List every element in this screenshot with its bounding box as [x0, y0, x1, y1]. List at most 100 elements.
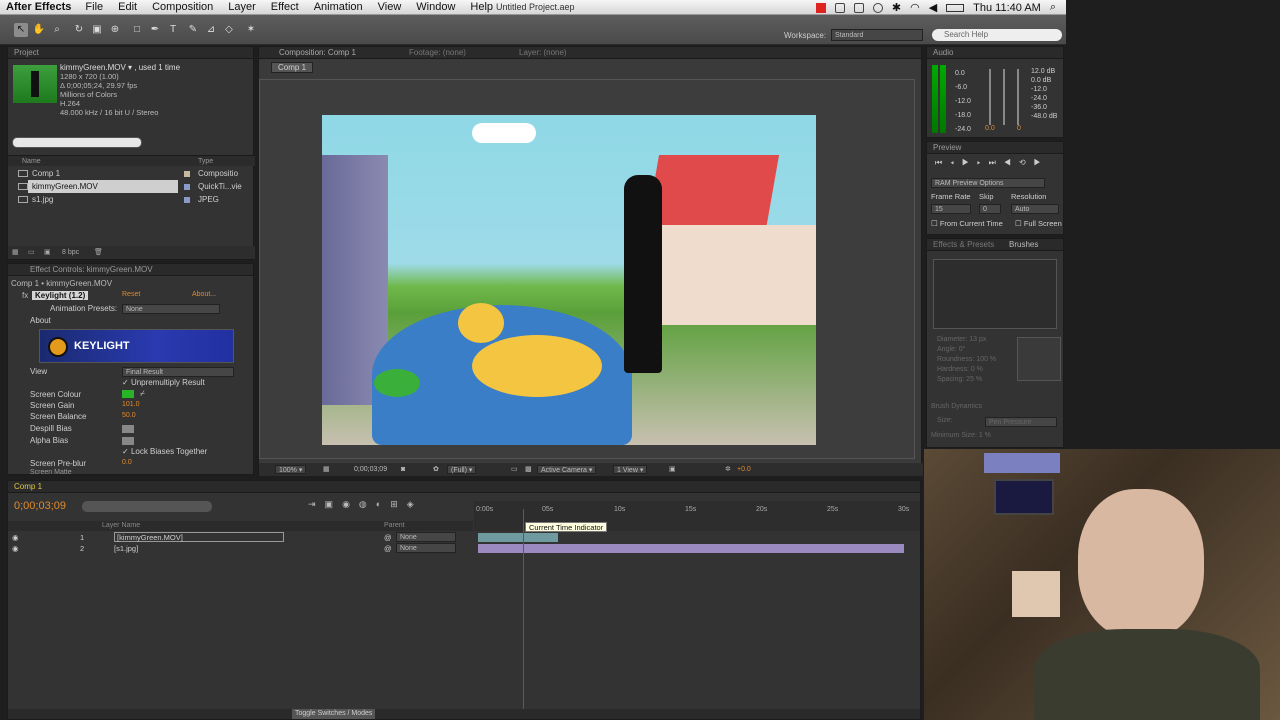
column-parent[interactable]: Parent	[384, 522, 405, 529]
audio-slider-track[interactable]	[1017, 69, 1019, 125]
menu-composition[interactable]: Composition	[152, 1, 213, 13]
bluetooth-icon[interactable]: ✱	[892, 1, 901, 14]
workspace-dropdown[interactable]: Standard	[831, 29, 923, 41]
brush-hardness[interactable]: Hardness: 0 %	[937, 365, 996, 375]
brush-roundness[interactable]: Roundness: 100 %	[937, 355, 996, 365]
hand-tool-icon[interactable]: ✋	[32, 23, 46, 37]
screen-preblur-value[interactable]: 0.0	[122, 459, 132, 466]
frame-rate-dropdown[interactable]: 15	[931, 204, 971, 214]
about-section[interactable]: About	[30, 316, 51, 325]
puppet-tool-icon[interactable]: ✶	[244, 23, 258, 37]
brush-tool-icon[interactable]: ✎	[186, 23, 200, 37]
pen-tool-icon[interactable]: ✒	[148, 23, 162, 37]
preview-tab[interactable]: Preview	[927, 142, 1063, 154]
toggle-pixel-icon[interactable]: ▣	[669, 463, 676, 476]
effects-presets-tab[interactable]: Effects & Presets	[933, 239, 994, 251]
menu-layer[interactable]: Layer	[228, 1, 256, 13]
menu-file[interactable]: File	[85, 1, 103, 13]
wifi-icon[interactable]: ◠	[910, 1, 920, 14]
frame-blending-icon[interactable]: ◍	[359, 499, 376, 509]
footage-tab[interactable]: Footage: (none)	[409, 47, 466, 59]
project-item-comp[interactable]: Comp 1 Compositio	[8, 167, 255, 180]
show-channel-icon[interactable]: ✿	[433, 463, 439, 476]
project-search-input[interactable]	[12, 137, 142, 148]
clone-stamp-tool-icon[interactable]: ⊿	[204, 23, 218, 37]
timeline-search-input[interactable]	[82, 501, 212, 512]
resolution-dropdown-preview[interactable]: Auto	[1011, 204, 1059, 214]
audio-slider-track[interactable]	[1003, 69, 1005, 125]
new-comp-icon[interactable]: ▣	[44, 246, 51, 259]
lock-biases-checkbox[interactable]: ✓ Lock Biases Together	[122, 447, 207, 456]
prev-frame-icon[interactable]: ◂	[950, 158, 962, 167]
view-dropdown[interactable]: Final Result	[122, 367, 234, 377]
keylight-effect-row[interactable]: fx Keylight (1.2) Reset About...	[8, 291, 248, 302]
motion-blur-icon[interactable]: ◐	[376, 499, 390, 509]
audio-tab[interactable]: Audio	[927, 47, 1063, 59]
audio-zero-b[interactable]: 0	[1017, 125, 1021, 132]
viewer-timecode[interactable]: 0;00;03;09	[354, 463, 387, 476]
clock[interactable]: Thu 11:40 AM	[973, 2, 1041, 14]
fx-icon[interactable]: fx	[22, 291, 28, 300]
eraser-tool-icon[interactable]: ◇	[222, 23, 236, 37]
from-current-time-checkbox[interactable]: ☐ From Current Time	[931, 219, 1003, 228]
menu-edit[interactable]: Edit	[118, 1, 137, 13]
skip-dropdown[interactable]: 0	[979, 204, 1001, 214]
toggle-switches-modes-button[interactable]: Toggle Switches / Modes	[292, 709, 376, 719]
grid-icon[interactable]: ▦	[323, 463, 330, 476]
time-machine-icon[interactable]	[872, 2, 883, 13]
ram-preview-icon[interactable]: ▶	[1034, 158, 1049, 167]
mute-icon[interactable]: ◀	[1004, 158, 1019, 167]
unpremultiply-checkbox[interactable]: ✓ Unpremultiply Result	[122, 378, 205, 387]
views-dropdown[interactable]: 1 View ▾	[613, 465, 648, 474]
despill-swatch[interactable]	[122, 425, 134, 433]
camera-tool-icon[interactable]: ▣	[90, 23, 104, 37]
effect-controls-tab[interactable]: Effect Controls: kimmyGreen.MOV	[8, 264, 253, 276]
zoom-tool-icon[interactable]: ⌕	[50, 23, 64, 37]
visibility-icon[interactable]: ◉	[12, 532, 19, 543]
transparency-grid-icon[interactable]: ▩	[525, 463, 532, 476]
column-layer-name[interactable]: Layer Name	[102, 522, 140, 529]
comp-subtab[interactable]: Comp 1	[271, 62, 314, 73]
column-name[interactable]: Name	[22, 158, 41, 165]
parent-pickwhip-icon[interactable]: @	[384, 543, 392, 554]
spotlight-icon[interactable]: ⌕	[1050, 1, 1056, 14]
brush-spacing[interactable]: Spacing: 25 %	[937, 375, 996, 385]
draft-3d-icon[interactable]: ▣	[325, 499, 343, 509]
composition-tab[interactable]: Composition: Comp 1	[279, 47, 356, 59]
magnification-dropdown[interactable]: 100% ▾	[275, 465, 307, 474]
brush-tip-grid[interactable]	[933, 259, 1057, 329]
pan-behind-tool-icon[interactable]: ⊕	[108, 23, 122, 37]
loop-icon[interactable]: ⟲	[1019, 158, 1034, 167]
about-button[interactable]: About...	[192, 291, 216, 298]
volume-icon[interactable]: ◀	[929, 1, 937, 14]
last-frame-icon[interactable]: ⏭	[989, 158, 1004, 167]
screen-colour-swatch[interactable]	[122, 390, 134, 398]
next-frame-icon[interactable]: ▸	[977, 158, 989, 167]
current-time-indicator[interactable]	[523, 509, 524, 719]
ram-preview-dropdown[interactable]: RAM Preview Options	[931, 178, 1045, 188]
visibility-icon[interactable]: ◉	[12, 543, 19, 554]
menu-effect[interactable]: Effect	[271, 1, 299, 13]
project-tab[interactable]: Project	[8, 47, 253, 59]
project-item-image[interactable]: s1.jpg JPEG	[8, 193, 255, 206]
battery-icon[interactable]	[946, 3, 965, 12]
project-item-footage[interactable]: kimmyGreen.MOV QuickTi...vie	[8, 180, 255, 193]
brush-size-dropdown[interactable]: Pen Pressure	[985, 417, 1057, 427]
screen-gain-value[interactable]: 101.0	[122, 401, 140, 408]
rotate-tool-icon[interactable]: ↻	[72, 23, 86, 37]
camera-dropdown[interactable]: Active Camera ▾	[537, 465, 597, 474]
eyedropper-icon[interactable]: ⌿	[140, 389, 145, 399]
layer-tab[interactable]: Layer: (none)	[519, 47, 567, 59]
timeline-timecode[interactable]: 0;00;03;09	[14, 500, 66, 512]
menu-window[interactable]: Window	[416, 1, 455, 13]
region-icon[interactable]: ▭	[511, 463, 518, 476]
search-help-field[interactable]: Search Help	[932, 29, 1062, 41]
layer-row-2[interactable]: ◉ 2 [s1.jpg] @ None	[8, 543, 473, 554]
timeline-comp-tab[interactable]: Comp 1	[14, 482, 42, 491]
column-type[interactable]: Type	[198, 158, 213, 165]
audio-slider-track[interactable]	[989, 69, 991, 125]
brushes-tab[interactable]: Brushes	[1009, 239, 1038, 251]
brush-angle[interactable]: Angle: 0°	[937, 345, 996, 355]
full-screen-checkbox[interactable]: ☐ Full Screen	[1015, 219, 1062, 228]
new-folder-icon[interactable]: ▭	[28, 246, 35, 259]
